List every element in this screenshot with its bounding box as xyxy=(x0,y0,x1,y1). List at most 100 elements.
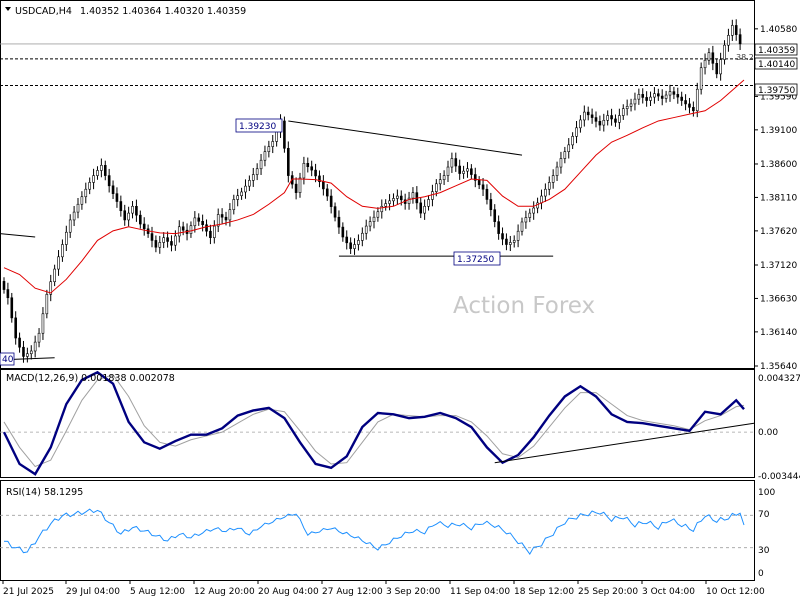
price-candle-body xyxy=(598,121,602,126)
price-candle-body xyxy=(664,94,668,99)
price-candle-body xyxy=(337,216,341,228)
price-candle-body xyxy=(649,96,652,101)
price-candle-body xyxy=(325,188,329,197)
price-candle-body xyxy=(668,91,672,96)
price-candle-body xyxy=(275,130,278,142)
rsi-tick-0: 0 xyxy=(758,569,764,579)
price-candle-body xyxy=(427,199,430,207)
price-tick-label: 1.36140 xyxy=(760,328,797,338)
price-candle-body xyxy=(84,188,88,198)
price-tick-label: 1.35640 xyxy=(760,362,797,372)
price-candle-body xyxy=(119,201,123,212)
price-candle-body xyxy=(688,103,691,108)
level-b-label: 1.39750 xyxy=(758,86,795,96)
price-candle-body xyxy=(6,289,10,299)
price-candle-body xyxy=(703,59,707,69)
price-candle-body xyxy=(22,346,25,357)
price-candle-body xyxy=(287,147,290,176)
watermark: Action Forex xyxy=(453,293,595,319)
time-tick-label: 3 Sep 20:00 xyxy=(386,587,441,597)
price-candle-body xyxy=(505,238,508,245)
price-candle-body xyxy=(248,180,251,187)
price-candle-body xyxy=(349,242,352,249)
price-candle-body xyxy=(738,34,742,45)
price-candle-body xyxy=(509,242,512,245)
rsi-label: RSI(14) 58.1295 xyxy=(6,487,83,498)
price-candle-body xyxy=(680,96,683,101)
left-edge-label: 40 xyxy=(2,355,14,365)
price-candle-body xyxy=(392,198,395,202)
price-candle-body xyxy=(345,236,349,244)
price-candle-body xyxy=(684,100,687,105)
price-candle-body xyxy=(396,195,399,199)
price-candle-body xyxy=(142,223,146,230)
price-candle-body xyxy=(310,166,313,171)
price-candle-body xyxy=(41,313,45,334)
price-candle-body xyxy=(719,59,722,75)
price-candle-body xyxy=(61,244,64,258)
price-candle-body xyxy=(699,67,703,90)
price-candle-body xyxy=(2,281,6,290)
price-candle-body xyxy=(435,183,438,192)
price-candle-body xyxy=(107,175,111,187)
chart-ohlc: 1.40352 1.40364 1.40320 1.40359 xyxy=(80,6,246,17)
price-candle-body xyxy=(516,230,520,241)
price-candle-body xyxy=(92,175,95,183)
chart: USDCAD,H4 1.40352 1.40364 1.40320 1.4035… xyxy=(0,0,800,600)
price-candle-body xyxy=(731,25,734,36)
price-candle-body xyxy=(645,97,648,101)
price-candle-body xyxy=(579,119,582,129)
price-candle-body xyxy=(240,191,243,197)
price-candle-body xyxy=(68,219,72,233)
time-tick-label: 10 Oct 12:00 xyxy=(706,587,765,597)
rsi-tick-30: 30 xyxy=(758,546,770,556)
price-candle-body xyxy=(470,168,473,175)
price-candle-body xyxy=(201,221,204,226)
price-tick-label: 1.38110 xyxy=(760,193,797,203)
price-tick-label: 1.38600 xyxy=(760,160,797,170)
current-price-label: 1.40359 xyxy=(758,46,795,56)
macd-label: MACD(12,26,9) 0.001838 0.002078 xyxy=(6,373,175,384)
price-tick-label: 1.37620 xyxy=(760,227,797,237)
rsi-tick-70: 70 xyxy=(758,510,770,520)
price-candle-body xyxy=(96,170,99,176)
price-candle-body xyxy=(131,205,134,214)
rsi-tick-100: 100 xyxy=(758,488,775,498)
price-candle-body xyxy=(621,108,625,116)
price-candle-body xyxy=(497,221,500,234)
price-candle-body xyxy=(29,350,33,355)
price-candle-body xyxy=(411,192,415,199)
price-candle-body xyxy=(641,94,645,98)
price-candle-body xyxy=(103,165,107,176)
price-candle-body xyxy=(493,209,497,222)
price-candle-body xyxy=(65,231,68,245)
time-tick-label: 27 Aug 12:00 xyxy=(322,587,383,597)
price-candle-body xyxy=(614,118,617,123)
price-candle-body xyxy=(302,162,306,179)
price-candle-body xyxy=(259,159,263,170)
price-candle-body xyxy=(361,232,364,241)
price-candle-body xyxy=(633,98,637,105)
chart-background xyxy=(0,0,800,600)
price-candle-body xyxy=(154,240,158,248)
time-tick-label: 18 Sep 12:00 xyxy=(514,587,574,597)
price-candle-body xyxy=(590,114,594,118)
price-candle-body xyxy=(454,158,458,167)
price-candle-body xyxy=(625,106,629,109)
price-candle-body xyxy=(228,209,232,221)
price-candle-body xyxy=(72,211,76,221)
price-candle-body xyxy=(88,182,91,190)
price-candle-body xyxy=(236,195,239,200)
price-candle-body xyxy=(209,230,212,238)
price-candle-body xyxy=(586,111,590,116)
level-a-label: 1.40140 xyxy=(758,60,795,70)
price-candle-body xyxy=(657,93,660,97)
price-tick-label: 1.40580 xyxy=(760,25,797,35)
price-candle-body xyxy=(220,214,224,218)
price-candle-body xyxy=(458,165,461,174)
price-candle-body xyxy=(438,179,442,185)
price-candle-body xyxy=(520,221,524,232)
price-candle-body xyxy=(306,162,310,168)
price-candle-body xyxy=(111,185,115,194)
time-tick-label: 11 Sep 04:00 xyxy=(450,587,510,597)
